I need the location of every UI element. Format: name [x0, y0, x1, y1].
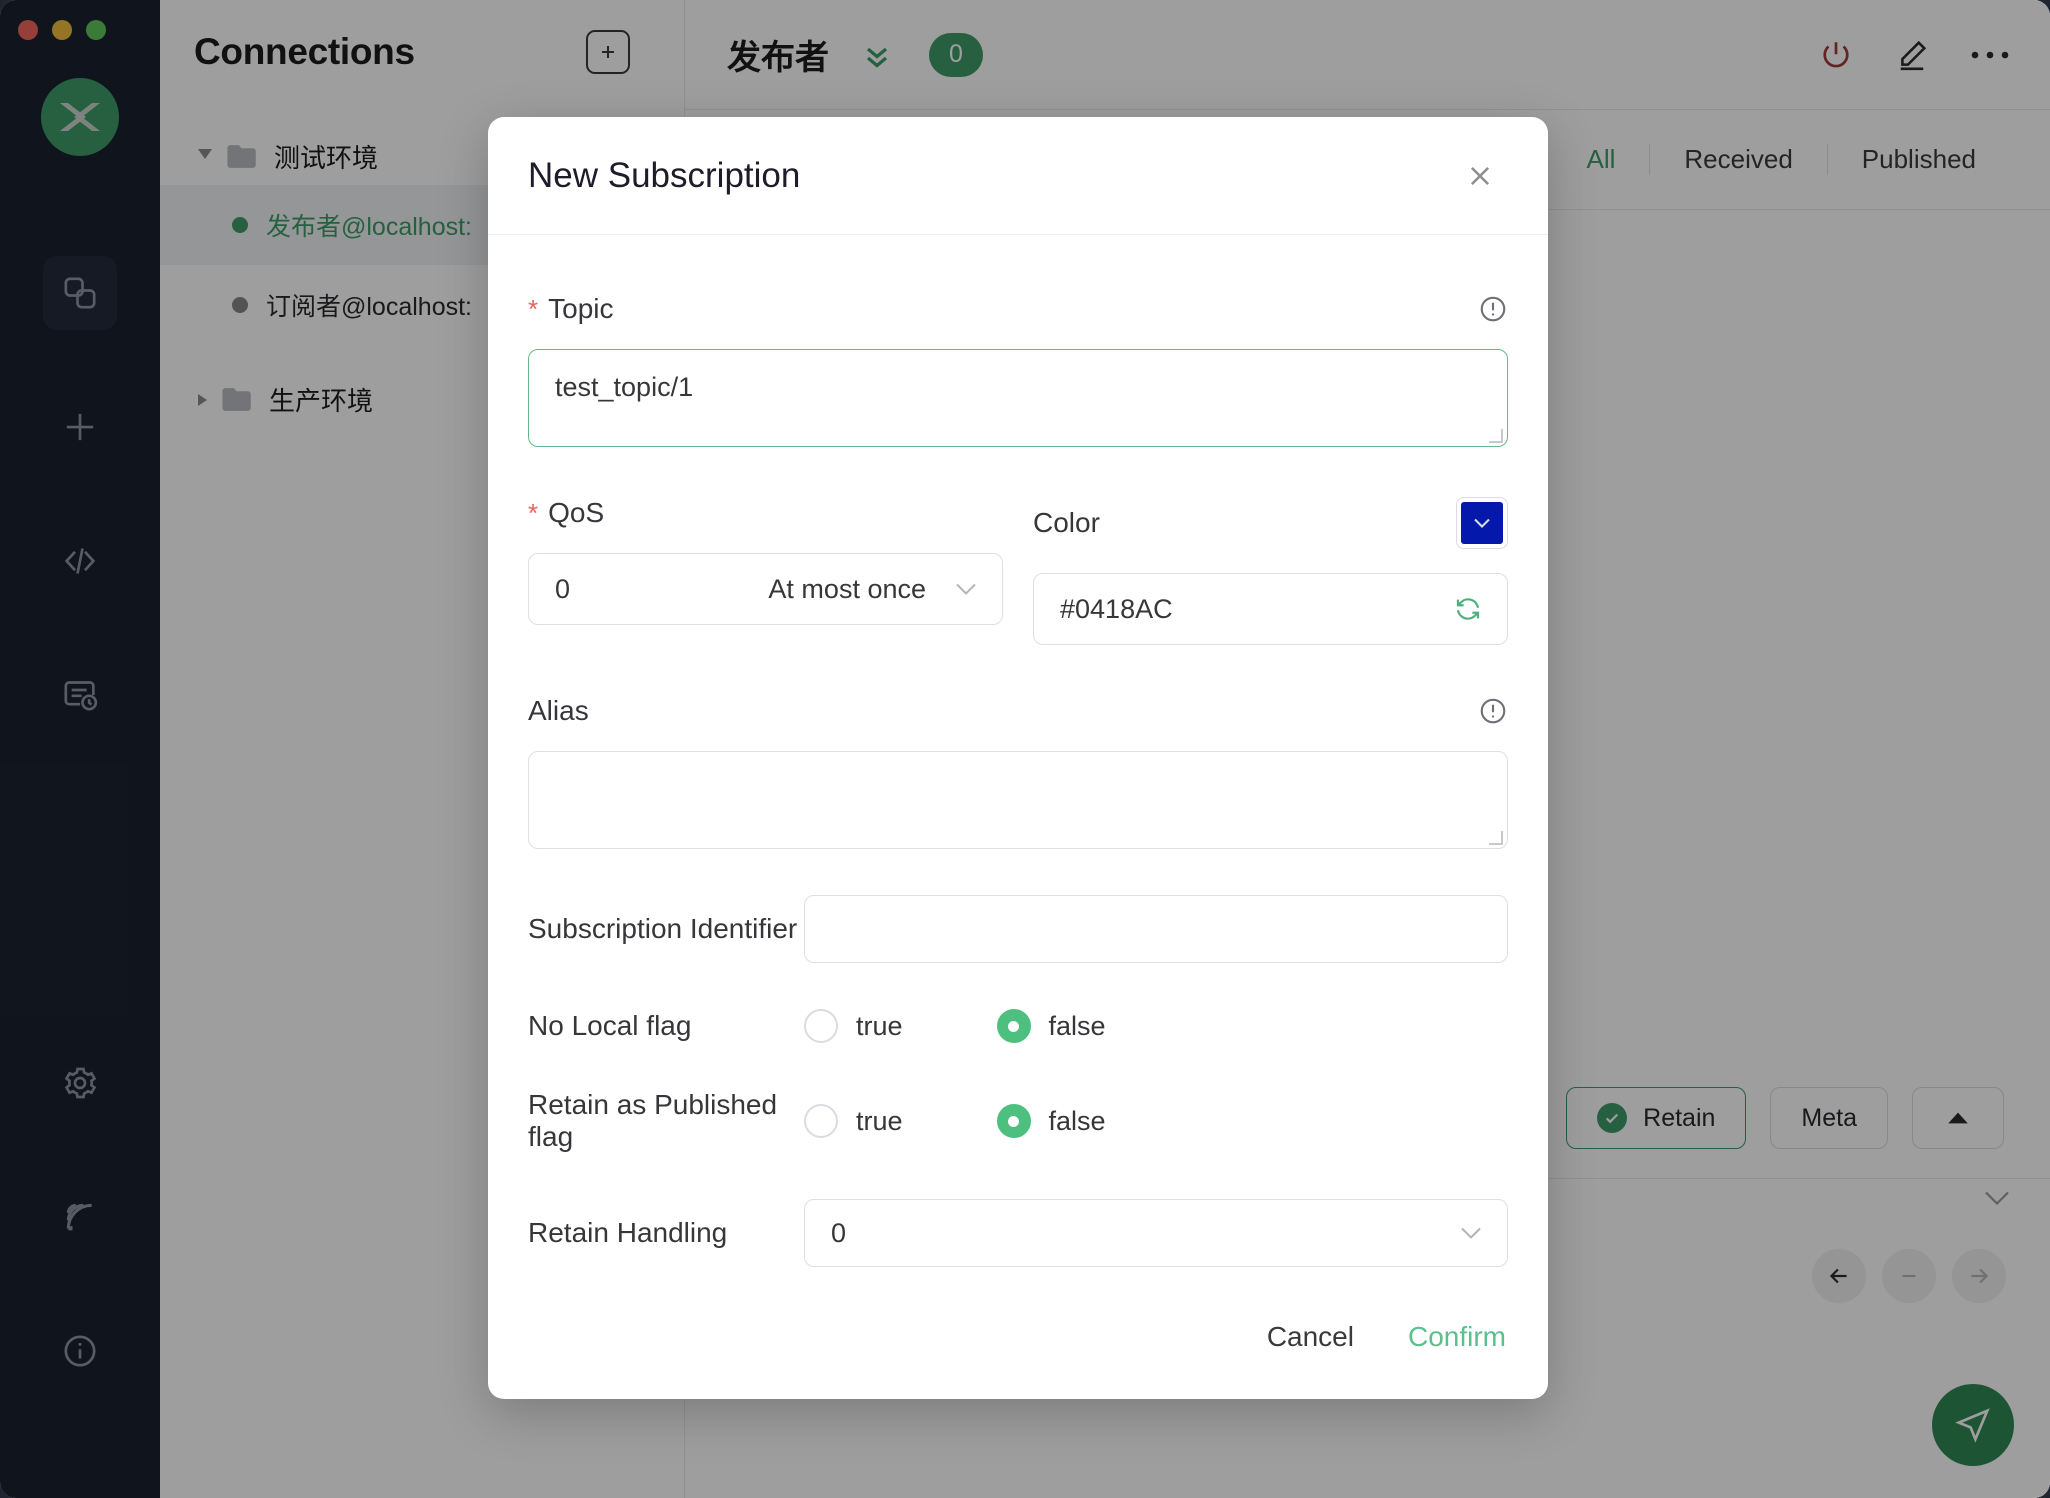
retain-as-published-flag-label: Retain as Published flag — [528, 1089, 804, 1153]
radio-button-selected[interactable] — [997, 1104, 1031, 1138]
radio-label: true — [856, 1011, 903, 1042]
radio-button[interactable] — [804, 1009, 838, 1043]
topic-label-group: * Topic — [528, 293, 614, 325]
qos-field: * QoS 0 At most once — [528, 497, 1003, 645]
refresh-icon[interactable] — [1453, 594, 1483, 624]
retain-handling-label: Retain Handling — [528, 1217, 804, 1249]
color-label: Color — [1033, 507, 1100, 539]
radio-button-selected[interactable] — [997, 1009, 1031, 1043]
qos-label-group: * QoS — [528, 497, 604, 529]
chevron-down-icon — [1457, 1224, 1485, 1242]
retain-as-published-flag-radios: true false — [804, 1104, 1106, 1138]
exclamation-circle-icon[interactable] — [1478, 294, 1508, 324]
topic-value: test_topic/1 — [555, 372, 693, 402]
retain-handling-row: Retain Handling 0 — [528, 1199, 1508, 1267]
alias-label-group: Alias — [528, 695, 589, 727]
chevron-down-icon — [952, 580, 980, 598]
topic-input[interactable]: test_topic/1 — [528, 349, 1508, 447]
color-field: Color #0418AC — [1033, 497, 1508, 645]
qos-value: 0 — [555, 574, 570, 605]
radio-label: false — [1049, 1011, 1106, 1042]
subscription-identifier-row: Subscription Identifier — [528, 895, 1508, 963]
qos-label: QoS — [548, 497, 604, 529]
app-window: Connections 测试环境 发布者@localhost: — [0, 0, 2050, 1498]
alias-label-row: Alias — [528, 695, 1508, 727]
color-label-row: Color — [1033, 497, 1508, 549]
dialog-title: New Subscription — [528, 156, 800, 196]
subscription-identifier-label: Subscription Identifier — [528, 913, 804, 945]
dialog-body: * Topic test_topic/1 — [488, 235, 1548, 1267]
retain-handling-value: 0 — [831, 1218, 846, 1249]
topic-label-row: * Topic — [528, 293, 1508, 325]
radio-button[interactable] — [804, 1104, 838, 1138]
color-swatch — [1461, 502, 1503, 544]
exclamation-circle-icon[interactable] — [1478, 696, 1508, 726]
cancel-button[interactable]: Cancel — [1267, 1321, 1354, 1353]
resize-grip-icon[interactable] — [1489, 429, 1503, 443]
radio-label: false — [1049, 1106, 1106, 1137]
color-label-group: Color — [1033, 507, 1100, 539]
color-swatch-button[interactable] — [1456, 497, 1508, 549]
color-hex-value: #0418AC — [1060, 594, 1173, 625]
retain-as-published-true-option[interactable]: true — [804, 1104, 903, 1138]
qos-value-text: At most once — [768, 574, 926, 605]
confirm-button[interactable]: Confirm — [1408, 1321, 1506, 1353]
alias-input[interactable] — [528, 751, 1508, 849]
subscription-identifier-input[interactable] — [804, 895, 1508, 963]
dialog-header: New Subscription — [488, 117, 1548, 235]
qos-color-row: * QoS 0 At most once — [528, 497, 1508, 645]
retain-as-published-false-option[interactable]: false — [997, 1104, 1106, 1138]
no-local-flag-false-option[interactable]: false — [997, 1009, 1106, 1043]
resize-grip-icon[interactable] — [1489, 831, 1503, 845]
color-hex-input[interactable]: #0418AC — [1033, 573, 1508, 645]
qos-label-row: * QoS — [528, 497, 1003, 529]
required-star: * — [528, 296, 538, 322]
topic-label: Topic — [548, 293, 613, 325]
close-icon[interactable] — [1458, 154, 1502, 198]
no-local-flag-true-option[interactable]: true — [804, 1009, 903, 1043]
no-local-flag-label: No Local flag — [528, 1010, 804, 1042]
chevron-down-icon — [1471, 516, 1493, 530]
new-subscription-dialog: New Subscription * Topic — [488, 117, 1548, 1399]
retain-as-published-flag-row: Retain as Published flag true false — [528, 1089, 1508, 1153]
required-star: * — [528, 500, 538, 526]
radio-label: true — [856, 1106, 903, 1137]
no-local-flag-radios: true false — [804, 1009, 1106, 1043]
no-local-flag-row: No Local flag true false — [528, 1009, 1508, 1043]
qos-select[interactable]: 0 At most once — [528, 553, 1003, 625]
alias-label: Alias — [528, 695, 589, 727]
retain-handling-select[interactable]: 0 — [804, 1199, 1508, 1267]
dialog-footer: Cancel Confirm — [488, 1267, 1548, 1399]
